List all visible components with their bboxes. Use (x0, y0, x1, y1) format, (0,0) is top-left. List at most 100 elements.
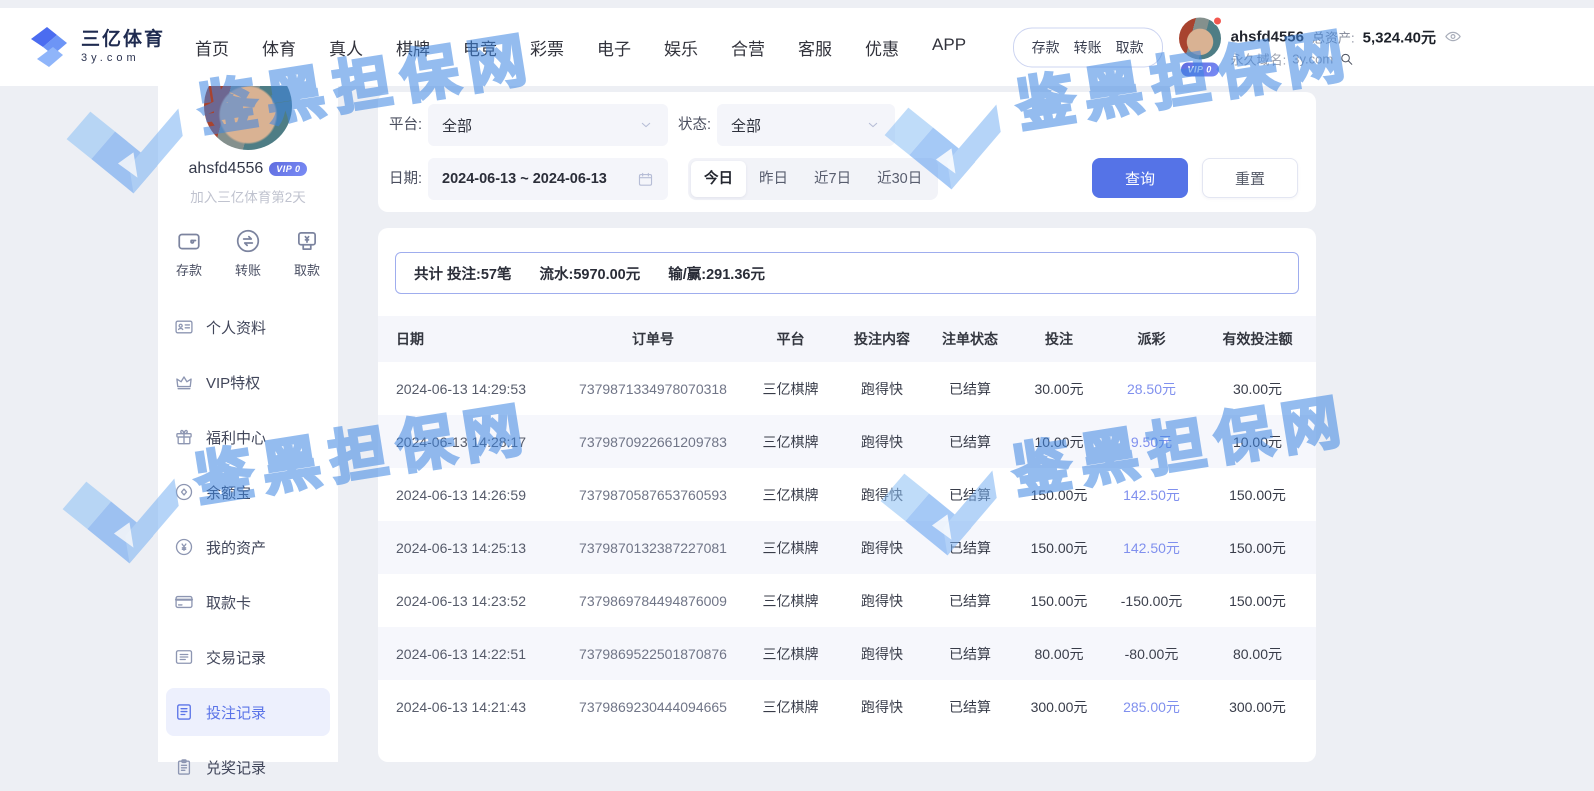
sidebar-item-label: 取款卡 (206, 592, 251, 613)
sidebar-item-7[interactable]: 交易记录 (166, 633, 330, 681)
avatar[interactable] (1179, 18, 1221, 60)
join-days-text: 加入三亿体育第2天 (158, 186, 338, 206)
sidebar-item-label: 我的资产 (206, 537, 266, 558)
sidebar-item-1[interactable]: 个人资料 (166, 303, 330, 351)
valid-amount-cell: 150.00元 (1199, 485, 1316, 505)
platform-cell: 三亿棋牌 (743, 697, 838, 717)
date-cell: 2024-06-13 14:25:13 (378, 540, 563, 556)
payout-cell: 142.50元 (1104, 485, 1199, 505)
calendar-icon (637, 171, 654, 188)
payout-cell: 9.50元 (1104, 432, 1199, 452)
sidebar-item-label: VIP特权 (206, 372, 260, 393)
nav-item-5[interactable]: 电竞 (463, 35, 497, 60)
sidebar-item-3[interactable]: 福利中心 (166, 413, 330, 461)
sidebar-item-5[interactable]: 我的资产 (166, 523, 330, 571)
domain-label: 永久域名: (1231, 49, 1287, 68)
nav-item-10[interactable]: 客服 (798, 35, 832, 60)
top-nav-bar: 三亿体育 3y.com 首页 体育 真人 棋牌 电竞 彩票 电子 娱乐 合营 客服 优惠 APP 存款… (0, 8, 1594, 86)
date-cell: 2024-06-13 14:26:59 (378, 487, 563, 503)
nav-item-8[interactable]: 娱乐 (664, 35, 698, 60)
date-cell: 2024-06-13 14:21:43 (378, 699, 563, 715)
sidebar-item-4[interactable]: 余额宝 (166, 468, 330, 516)
domain-value: 3y.com (1292, 51, 1333, 66)
status-select[interactable]: 全部 (717, 104, 895, 146)
order-no-cell: 7379870922661209783 (563, 434, 743, 450)
sidebar-item-8[interactable]: 投注记录 (166, 688, 330, 736)
order-no-cell: 7379869784494876009 (563, 593, 743, 609)
order-no-cell: 7379870587653760593 (563, 487, 743, 503)
nav-item-4[interactable]: 棋牌 (396, 35, 430, 60)
col-header-5: 注单状态 (926, 329, 1014, 349)
payout-cell: 28.50元 (1104, 379, 1199, 399)
eye-icon[interactable] (1444, 28, 1462, 46)
bet-content-cell: 跑得快 (838, 697, 926, 717)
sidebar-vip-badge: VIP 0 (269, 162, 307, 176)
main-nav: 首页 体育 真人 棋牌 电竞 彩票 电子 娱乐 合营 客服 优惠 APP (195, 35, 966, 60)
main-content: 平台: 全部 状态: 全部 日期: 2024-06-13 ~ 2024-06-1… (378, 92, 1316, 762)
search-button[interactable]: 查询 (1092, 158, 1188, 198)
prize-record-icon (174, 757, 194, 777)
sidebar-item-2[interactable]: VIP特权 (166, 358, 330, 406)
table-body: 2024-06-13 14:29:537379871334978070318三亿… (378, 362, 1316, 733)
search-icon[interactable] (1339, 51, 1354, 66)
summary-bar: 共计 投注:57笔 流水:5970.00元 输/赢:291.36元 (395, 252, 1299, 294)
sidebar-item-9[interactable]: 兑奖记录 (166, 743, 330, 791)
nav-item-1[interactable]: 首页 (195, 35, 229, 60)
bet-record-icon (174, 702, 194, 722)
vip-badge: VIP 0 (1181, 63, 1219, 77)
payout-cell: 142.50元 (1104, 538, 1199, 558)
username: ahsfd4556 (1231, 28, 1304, 45)
quick-range-2[interactable]: 昨日 (746, 161, 801, 197)
status-value: 全部 (731, 115, 761, 136)
bet-amount-cell: 150.00元 (1014, 538, 1104, 558)
order-no-cell: 7379869522501870876 (563, 646, 743, 662)
quick-actions: 存款转账取款 (158, 228, 338, 279)
sidebar-item-label: 交易记录 (206, 647, 266, 668)
nav-item-6[interactable]: 彩票 (530, 35, 564, 60)
reset-button[interactable]: 重置 (1202, 158, 1298, 198)
date-range-field[interactable]: 2024-06-13 ~ 2024-06-13 (428, 158, 668, 200)
bet-content-cell: 跑得快 (838, 379, 926, 399)
nav-item-3[interactable]: 真人 (329, 35, 363, 60)
nav-item-12[interactable]: APP (932, 35, 966, 60)
crown-icon (174, 372, 194, 392)
quick-range-4[interactable]: 近30日 (864, 161, 935, 197)
nav-item-11[interactable]: 优惠 (865, 35, 899, 60)
table-row: 2024-06-13 14:23:527379869784494876009三亿… (378, 574, 1316, 627)
platform-select[interactable]: 全部 (428, 104, 668, 146)
valid-amount-cell: 80.00元 (1199, 644, 1316, 664)
nav-item-2[interactable]: 体育 (262, 35, 296, 60)
status-cell: 已结算 (926, 591, 1014, 611)
sidebar-item-label: 投注记录 (206, 702, 266, 723)
platform-cell: 三亿棋牌 (743, 591, 838, 611)
status-cell: 已结算 (926, 697, 1014, 717)
chevron-down-icon (865, 117, 881, 133)
topbar-right: 存款转账取款 VIP 0 ahsfd4556 总资产: 5,324.40元 (1013, 18, 1462, 77)
quick-action-withdraw[interactable]: 取款 (294, 228, 320, 279)
quick-range-1[interactable]: 今日 (691, 161, 746, 197)
nav-item-9[interactable]: 合营 (731, 35, 765, 60)
table-row: 2024-06-13 14:26:597379870587653760593三亿… (378, 468, 1316, 521)
wallet-action-1[interactable]: 存款 (1032, 37, 1060, 57)
assets-icon (174, 537, 194, 557)
quick-action-wallet[interactable]: 存款 (176, 228, 202, 279)
col-header-7: 派彩 (1104, 329, 1199, 349)
platform-cell: 三亿棋牌 (743, 538, 838, 558)
nav-item-7[interactable]: 电子 (597, 35, 631, 60)
wallet-action-3[interactable]: 取款 (1116, 37, 1144, 57)
order-no-cell: 7379870132387227081 (563, 540, 743, 556)
quick-action-transfer[interactable]: 转账 (235, 228, 261, 279)
assets-value: 5,324.40元 (1363, 26, 1436, 47)
bet-amount-cell: 150.00元 (1014, 485, 1104, 505)
brand-name: 三亿体育 (81, 30, 165, 51)
status-cell: 已结算 (926, 379, 1014, 399)
valid-amount-cell: 300.00元 (1199, 697, 1316, 717)
brand-logo[interactable]: 三亿体育 3y.com (26, 24, 165, 70)
gift-icon (174, 427, 194, 447)
sidebar-item-6[interactable]: 取款卡 (166, 578, 330, 626)
wallet-action-2[interactable]: 转账 (1074, 37, 1102, 57)
summary-total: 共计 投注:57笔 (414, 263, 512, 284)
bank-card-icon (174, 592, 194, 612)
col-header-3: 平台 (743, 329, 838, 349)
quick-range-3[interactable]: 近7日 (801, 161, 864, 197)
